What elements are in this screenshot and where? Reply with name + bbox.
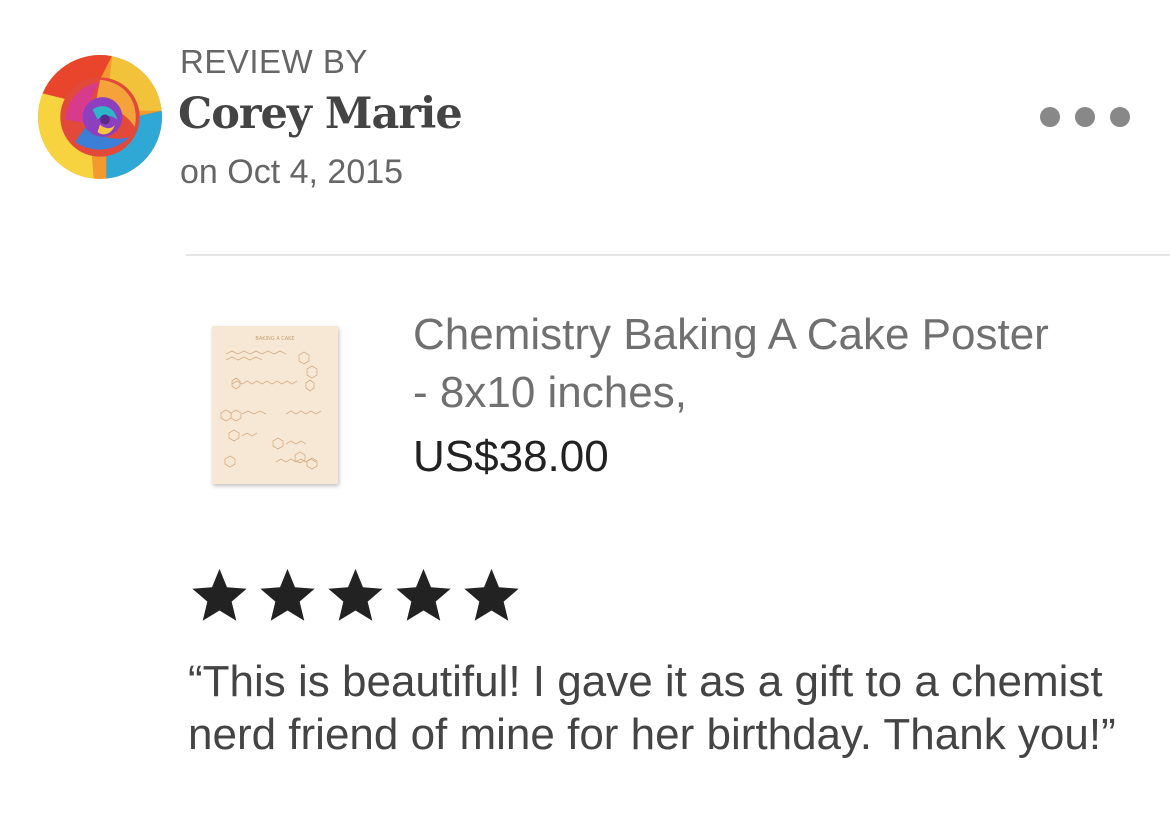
more-dots-icon	[1075, 107, 1095, 127]
section-divider	[186, 254, 1170, 256]
star-rating	[187, 565, 524, 627]
product-thumbnail[interactable]: BAKING A CAKE	[212, 326, 338, 484]
review-text: “This is beautiful! I gave it as a gift …	[188, 657, 1116, 759]
reviewer-avatar[interactable]	[38, 55, 162, 179]
star-icon	[323, 565, 388, 627]
reviewer-name[interactable]: Corey Marie	[178, 86, 463, 142]
more-dots-icon	[1040, 107, 1060, 127]
star-icon	[187, 565, 252, 627]
chemistry-poster-image: BAKING A CAKE	[212, 326, 338, 484]
product-price: US$38.00	[413, 432, 609, 481]
more-dots-icon	[1110, 107, 1130, 127]
star-icon	[391, 565, 456, 627]
review-by-label: REVIEW BY	[180, 43, 368, 80]
more-options-button[interactable]	[1040, 100, 1130, 134]
product-title[interactable]: Chemistry Baking A Cake Poster - 8x10 in…	[413, 306, 1053, 422]
rainbow-rose-image	[38, 55, 162, 179]
review-date: on Oct 4, 2015	[180, 153, 404, 191]
star-icon	[255, 565, 320, 627]
star-icon	[459, 565, 524, 627]
poster-caption: BAKING A CAKE	[255, 336, 294, 342]
